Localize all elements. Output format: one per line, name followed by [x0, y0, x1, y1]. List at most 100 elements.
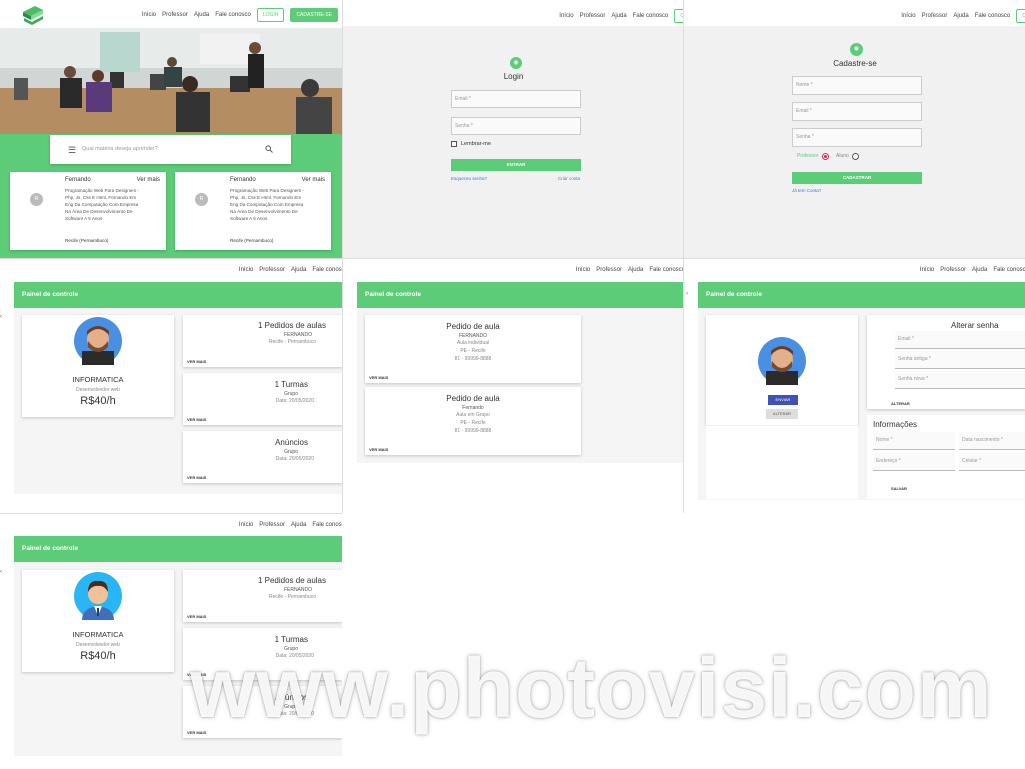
- nav-ajuda[interactable]: Ajuda: [628, 267, 643, 273]
- teacher-card[interactable]: R Fernando Ver mais Programação Web Para…: [10, 172, 166, 250]
- watermark-text: www.photovisi.com: [190, 641, 993, 735]
- login-button[interactable]: LOGIN: [256, 8, 285, 22]
- ver-mais-button[interactable]: VER MAIS: [187, 475, 206, 480]
- nav-inicio[interactable]: Início: [239, 267, 253, 273]
- ver-mais-button[interactable]: VER MAIS: [187, 359, 206, 364]
- menu-icon[interactable]: ☰: [68, 145, 76, 156]
- teacher-location: Recife (Pernambuco): [65, 238, 109, 243]
- info-card[interactable]: 1 Pedidos de aulas FERNANDO Recife - Per…: [183, 315, 342, 367]
- password-field[interactable]: Senha *: [792, 128, 922, 147]
- card-line: Grupo: [284, 391, 298, 397]
- nav-inicio[interactable]: Início: [559, 13, 573, 19]
- books-logo-icon[interactable]: [21, 2, 45, 26]
- nav-professor[interactable]: Professor: [922, 13, 948, 19]
- card-line: Data: 20/05/2020: [275, 398, 314, 404]
- card-line: FERNANDO: [283, 332, 312, 338]
- login-title: Login: [503, 72, 524, 81]
- ver-mais-button[interactable]: VER MAIS: [369, 375, 388, 380]
- name-field[interactable]: Nome *: [792, 76, 922, 95]
- nav-inicio[interactable]: Início: [920, 267, 934, 273]
- aluno-radio[interactable]: [852, 153, 859, 160]
- nav-ajuda[interactable]: Ajuda: [291, 522, 306, 528]
- new-password-field[interactable]: Senha nova *: [895, 371, 1025, 389]
- password-field[interactable]: Senha *: [451, 117, 581, 135]
- home-screen: Início Professor Ajuda Fale conosco LOGI…: [0, 0, 342, 258]
- card-line: Data: 20/05/2020: [275, 456, 314, 462]
- nav-fale-conosco[interactable]: Fale conosco: [312, 522, 342, 528]
- request-card[interactable]: Pedido de aula Fernando Aula em Grupo PE…: [365, 387, 581, 455]
- save-button[interactable]: SALVAR: [891, 486, 907, 491]
- teacher-name: Fernando: [65, 177, 91, 183]
- info-card[interactable]: 1 Pedidos de aulas FERNANDO Recife - Per…: [183, 570, 342, 622]
- ver-mais-link[interactable]: Ver mais: [137, 177, 160, 183]
- old-password-field[interactable]: Senha antiga *: [895, 351, 1025, 369]
- nav-inicio[interactable]: Início: [901, 13, 915, 19]
- nav-ajuda[interactable]: Ajuda: [611, 13, 626, 19]
- card-line: PE - Recife: [460, 348, 486, 354]
- forgot-password-link[interactable]: Esqueceu senha?: [451, 176, 487, 181]
- dashboard-title: Painel de controle: [14, 282, 342, 308]
- nav-fale-conosco[interactable]: Fale conosco: [975, 13, 1011, 19]
- nav-professor[interactable]: Professor: [596, 267, 622, 273]
- change-photo-button[interactable]: ALTERAR: [766, 409, 798, 419]
- have-account-link[interactable]: Já tem Conta?: [792, 188, 821, 193]
- chevron-left-icon[interactable]: ‹: [0, 314, 2, 320]
- remember-checkbox[interactable]: [451, 141, 457, 147]
- birth-date-field[interactable]: Data nascimento *: [959, 432, 1025, 450]
- card-title: Pedido de aula: [446, 394, 500, 403]
- card-line: FERNANDO: [283, 587, 312, 593]
- nav-professor[interactable]: Professor: [580, 13, 606, 19]
- teacher-card[interactable]: R Fernando Ver mais Programação Web Para…: [175, 172, 331, 250]
- card-line: Aula individual: [456, 340, 490, 346]
- search-icon[interactable]: [265, 145, 273, 153]
- nav-ajuda[interactable]: Ajuda: [291, 267, 306, 273]
- email-field[interactable]: Email *: [895, 331, 1025, 349]
- send-photo-button[interactable]: ENVIAR: [768, 395, 798, 405]
- signup-screen: Início Professor Ajuda Fale conosco C ◉ …: [683, 0, 1025, 258]
- teacher-location: Recife (Pernambuco): [230, 238, 274, 243]
- ver-mais-link[interactable]: Ver mais: [302, 177, 325, 183]
- nav-inicio[interactable]: Início: [142, 12, 156, 18]
- change-password-card: Alterar senha Email * Senha antiga * Sen…: [867, 315, 1025, 409]
- create-account-link[interactable]: Criar conta: [558, 176, 580, 181]
- enter-button[interactable]: ENTRAR: [451, 159, 581, 171]
- address-field[interactable]: Endereço *: [873, 453, 955, 471]
- email-field[interactable]: Email *: [451, 90, 581, 108]
- phone-field[interactable]: Celular *: [959, 453, 1025, 471]
- signup-button[interactable]: CADASTRE-SE: [290, 8, 338, 22]
- chevron-left-icon[interactable]: ‹: [686, 291, 688, 297]
- nav-ajuda[interactable]: Ajuda: [953, 13, 968, 19]
- nav-fale-conosco[interactable]: Fale conosco: [633, 13, 669, 19]
- nav-professor[interactable]: Professor: [940, 267, 966, 273]
- nav-ajuda[interactable]: Ajuda: [194, 12, 209, 18]
- request-card[interactable]: Pedido de aula FERNANDO Aula individual …: [365, 315, 581, 383]
- name-field[interactable]: Nome *: [873, 432, 955, 450]
- nav-fale-conosco[interactable]: Fale conosco: [993, 267, 1025, 273]
- register-button[interactable]: CADASTRAR: [792, 172, 922, 184]
- info-card[interactable]: Anúncios Grupo Data: 20/05/2020 VER MAIS: [183, 431, 342, 483]
- nav-inicio[interactable]: Início: [239, 522, 253, 528]
- ver-mais-button[interactable]: VER MAIS: [369, 447, 388, 452]
- nav-professor[interactable]: Professor: [259, 267, 285, 273]
- signup-button[interactable]: C: [674, 9, 683, 23]
- nav-fale-conosco[interactable]: Fale conosco: [215, 12, 251, 18]
- card-line: Recife - Pernambuco: [269, 594, 316, 600]
- nav-fale-conosco[interactable]: Fale conosco: [649, 267, 683, 273]
- info-card[interactable]: 1 Turmas Grupo Data: 20/05/2020 VER MAIS: [183, 373, 342, 425]
- professor-radio[interactable]: [822, 153, 829, 160]
- teacher-description: Programação Web Para Designers - Php, Js…: [65, 188, 139, 221]
- nav-inicio[interactable]: Início: [576, 267, 590, 273]
- search-input[interactable]: Qual matéria deseja aprender?: [82, 146, 158, 152]
- ver-mais-button[interactable]: VER MAIS: [187, 614, 206, 619]
- nav-professor[interactable]: Professor: [162, 12, 188, 18]
- card-title: 1 Turmas: [274, 380, 308, 389]
- ver-mais-button[interactable]: VER MAIS: [187, 417, 206, 422]
- nav-fale-conosco[interactable]: Fale conosco: [312, 267, 342, 273]
- change-password-button[interactable]: ALTERAR: [891, 401, 910, 406]
- chevron-left-icon[interactable]: ‹: [0, 569, 2, 575]
- nav-ajuda[interactable]: Ajuda: [972, 267, 987, 273]
- signup-button[interactable]: C: [1016, 9, 1025, 23]
- email-field[interactable]: Email *: [792, 102, 922, 121]
- search-bar[interactable]: ☰ Qual matéria deseja aprender?: [50, 135, 291, 164]
- nav-professor[interactable]: Professor: [259, 522, 285, 528]
